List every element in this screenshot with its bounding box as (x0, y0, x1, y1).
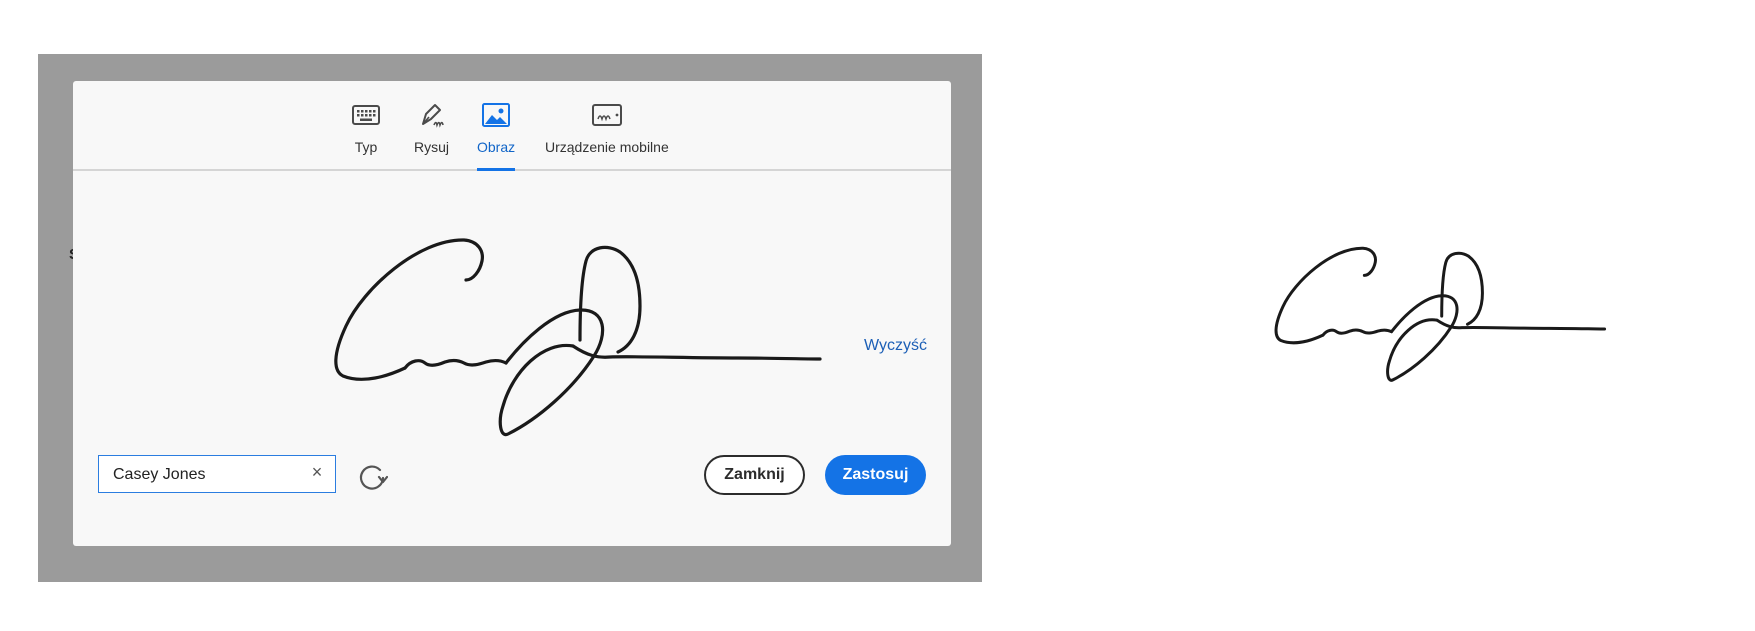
image-icon (480, 99, 512, 131)
name-input[interactable] (113, 464, 303, 486)
refresh-icon[interactable] (356, 460, 389, 492)
tab-draw[interactable]: Rysuj (414, 99, 449, 169)
close-button[interactable]: Zamknij (704, 455, 805, 495)
clear-signature-link[interactable]: Wyczyść (864, 337, 927, 355)
pen-icon (416, 99, 448, 131)
tab-image[interactable]: Obraz (477, 99, 516, 171)
apply-button[interactable]: Zastosuj (825, 455, 926, 495)
close-icon[interactable]: × (307, 462, 327, 482)
tab-label: Typ (354, 139, 378, 155)
tab-type[interactable]: Typ (350, 99, 382, 169)
tab-mobile-device[interactable]: Urządzenie mobilne (545, 99, 669, 169)
tab-label: Obraz (477, 139, 516, 155)
signature-image (268, 206, 828, 461)
signature-dialog: Typ Rysuj Obraz Urządzenie mobilne Wyczy… (73, 81, 951, 546)
name-field[interactable]: × (98, 455, 336, 493)
mobile-device-icon (591, 99, 623, 131)
signature-method-tabs: Typ Rysuj Obraz Urządzenie mobilne (73, 81, 951, 171)
tab-label: Rysuj (414, 139, 450, 155)
signature-preview-image (1230, 225, 1610, 400)
tab-label: Urządzenie mobilne (545, 139, 669, 155)
keyboard-icon (350, 99, 382, 131)
